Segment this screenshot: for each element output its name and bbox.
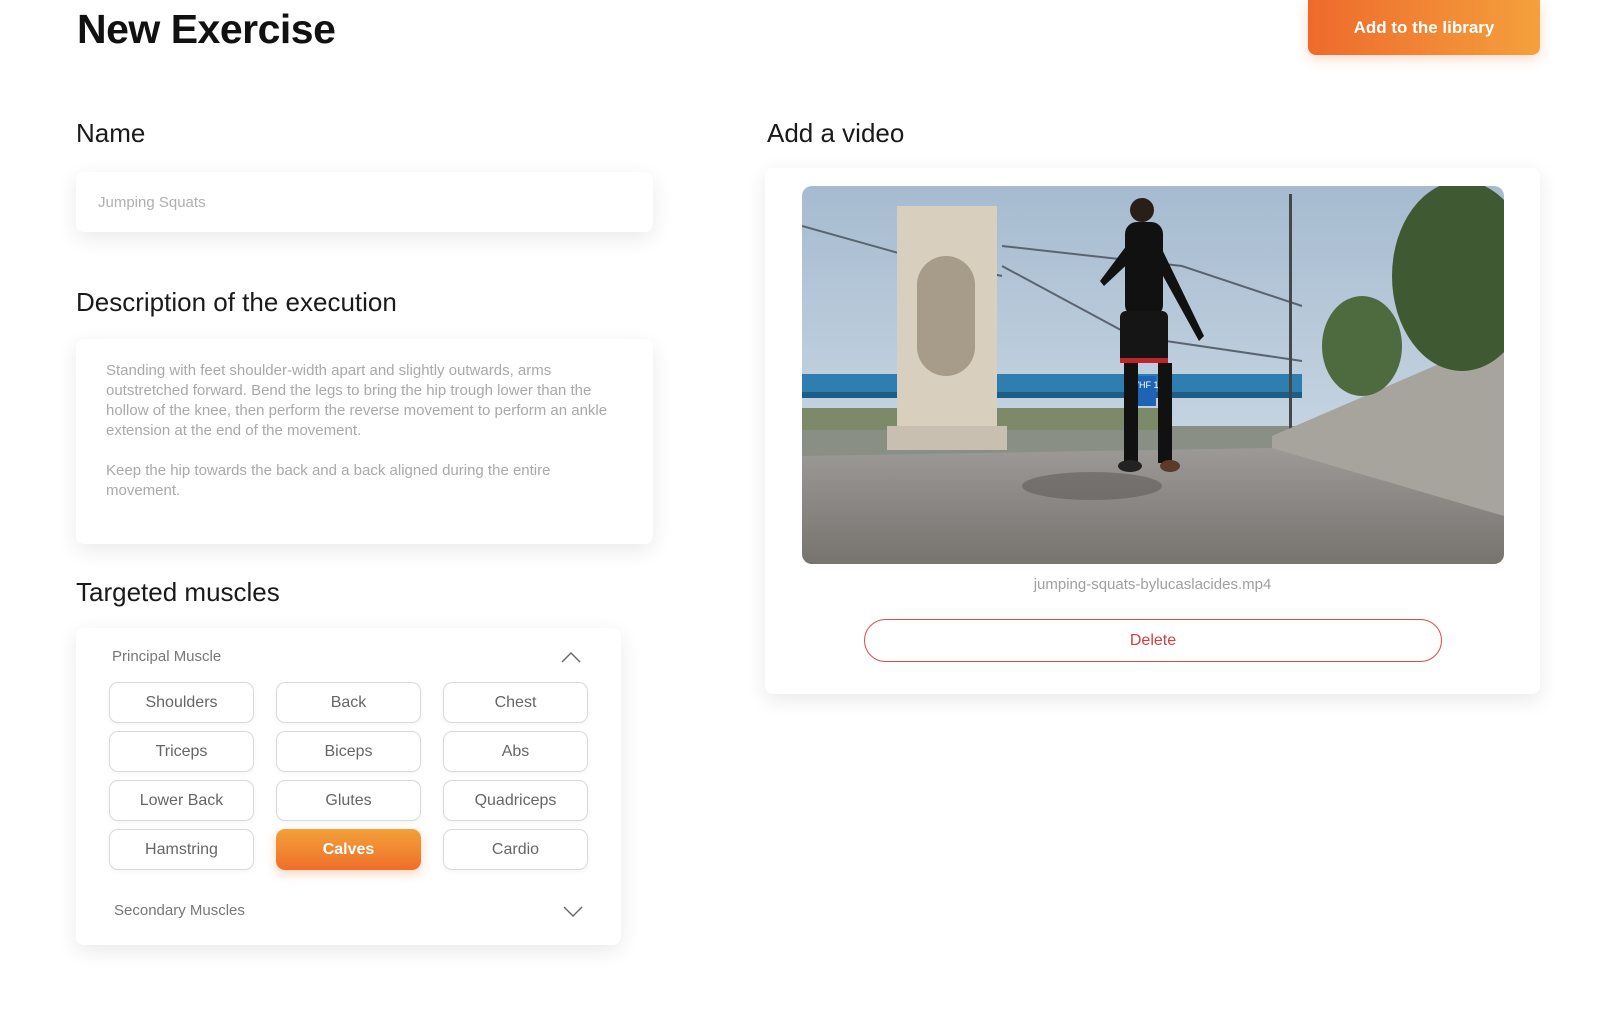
principal-muscle-toggle[interactable]: Principal Muscle: [112, 648, 582, 665]
principal-muscle-label: Principal Muscle: [112, 648, 222, 665]
description-paragraph: Standing with feet shoulder-width apart …: [106, 362, 608, 439]
muscle-chip-lower-back[interactable]: Lower Back: [109, 780, 254, 821]
muscle-chip-biceps[interactable]: Biceps: [276, 731, 421, 772]
add-video-label: Add a video: [767, 118, 905, 148]
chevron-down-icon: [562, 904, 584, 918]
targeted-muscles-label: Targeted muscles: [76, 577, 280, 607]
page-title: New Exercise: [77, 6, 336, 52]
muscle-chip-triceps[interactable]: Triceps: [109, 731, 254, 772]
muscle-chip-abs[interactable]: Abs: [443, 731, 588, 772]
muscle-chip-quadriceps[interactable]: Quadriceps: [443, 780, 588, 821]
secondary-muscles-toggle[interactable]: Secondary Muscles: [114, 902, 584, 919]
name-label: Name: [76, 118, 146, 148]
muscle-chip-shoulders[interactable]: Shoulders: [109, 682, 254, 723]
description-paragraph: Keep the hip towards the back and a back…: [106, 462, 551, 499]
video-thumbnail[interactable]: VHF 18: [802, 186, 1504, 564]
name-input[interactable]: [76, 172, 653, 232]
description-label: Description of the execution: [76, 287, 397, 317]
delete-video-button[interactable]: Delete: [864, 619, 1442, 662]
muscle-chip-glutes[interactable]: Glutes: [276, 780, 421, 821]
secondary-muscles-label: Secondary Muscles: [114, 902, 245, 919]
chevron-up-icon: [560, 650, 582, 664]
video-filename: jumping-squats-bylucaslacides.mp4: [1033, 576, 1272, 593]
add-to-library-button[interactable]: Add to the library: [1308, 0, 1540, 55]
muscle-chip-cardio[interactable]: Cardio: [443, 829, 588, 870]
muscle-chip-back[interactable]: Back: [276, 682, 421, 723]
description-field[interactable]: Standing with feet shoulder-width apart …: [76, 339, 653, 544]
muscle-chip-chest[interactable]: Chest: [443, 682, 588, 723]
principal-muscle-chips: Shoulders Back Chest Triceps Biceps Abs …: [109, 682, 589, 870]
muscle-chip-calves[interactable]: Calves: [276, 829, 421, 870]
muscle-chip-hamstring[interactable]: Hamstring: [109, 829, 254, 870]
